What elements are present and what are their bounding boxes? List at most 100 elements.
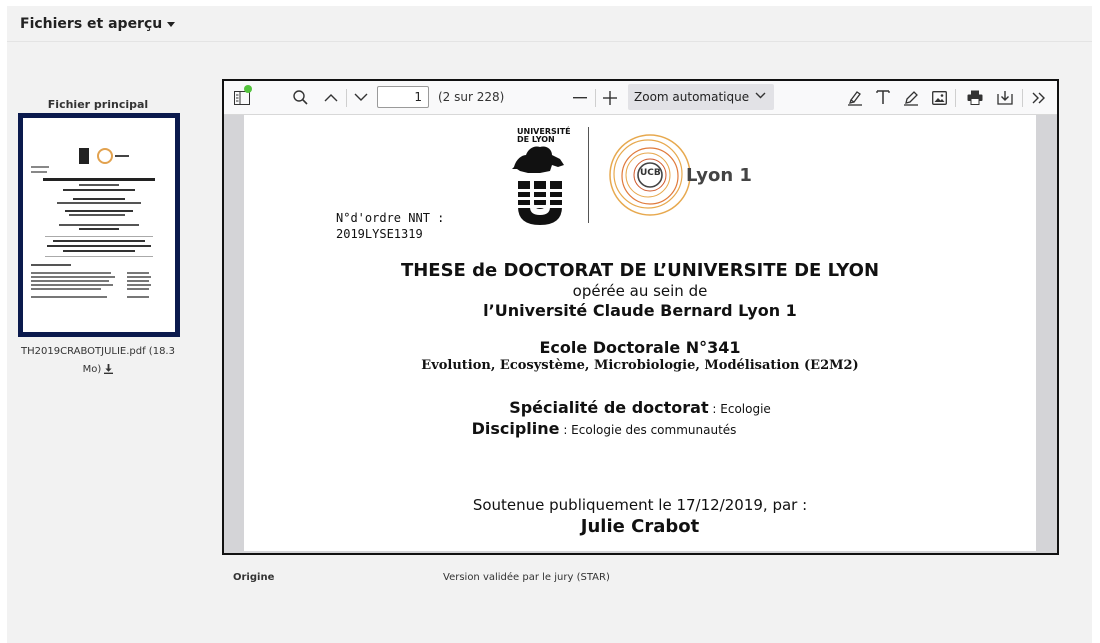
specialty-value: : Ecologie bbox=[708, 402, 771, 416]
toolbar-separator bbox=[346, 89, 347, 107]
zoom-select[interactable]: Zoom automatique bbox=[628, 84, 774, 110]
author-name: Julie Crabot bbox=[580, 516, 700, 537]
toolbar-separator bbox=[1022, 89, 1023, 107]
thumb-line bbox=[127, 280, 149, 282]
pdf-viewer: (2 sur 228) Zoom automatique bbox=[222, 79, 1059, 555]
tools-button[interactable] bbox=[1028, 81, 1050, 114]
thumb-line bbox=[31, 288, 101, 290]
origin-label: Origine bbox=[233, 572, 275, 583]
thumb-line bbox=[63, 189, 135, 191]
highlighter-icon bbox=[848, 90, 862, 106]
origin-value: Version validée par le jury (STAR) bbox=[443, 572, 610, 583]
print-button[interactable] bbox=[964, 81, 986, 114]
specialty: Spécialité de doctorat : Ecologie bbox=[244, 398, 1036, 417]
previous-page-button[interactable] bbox=[320, 81, 342, 114]
save-icon bbox=[997, 91, 1013, 105]
thesis-subtitle: opérée au sein de bbox=[572, 282, 708, 300]
thumb-line bbox=[45, 256, 153, 257]
discipline-value: : Ecologie des communautés bbox=[559, 423, 737, 437]
logo-right-text: Lyon 1 bbox=[686, 165, 752, 186]
thumb-line bbox=[79, 184, 119, 186]
plus-icon bbox=[603, 90, 617, 105]
thumb-line bbox=[43, 178, 155, 181]
print-icon bbox=[967, 90, 983, 105]
thumb-line bbox=[79, 228, 119, 230]
thumb-line bbox=[31, 280, 109, 282]
thumb-line bbox=[31, 166, 49, 168]
nnt-value: 2019LYSE1319 bbox=[336, 227, 423, 241]
doctoral-school-fields: Evolution, Ecosystème, Microbiologie, Mo… bbox=[421, 358, 859, 373]
doctoral-school: Ecole Doctorale N°341 bbox=[539, 338, 741, 357]
thumb-line bbox=[59, 224, 139, 226]
chevron-down-icon bbox=[354, 93, 368, 101]
thumb-line bbox=[31, 284, 113, 286]
thumb-line bbox=[127, 284, 151, 286]
download-link[interactable]: TH2019CRABOTJULIE.pdf (18.3 Mo) bbox=[18, 343, 178, 379]
thumb-logo-right bbox=[97, 148, 113, 164]
thumb-line bbox=[31, 276, 115, 278]
logo-divider bbox=[588, 127, 589, 223]
logo-seal-text: UCB bbox=[640, 168, 661, 178]
thumb-line bbox=[127, 276, 151, 278]
thumb-line bbox=[73, 198, 125, 200]
panel-header: Fichiers et aperçu bbox=[7, 6, 1092, 42]
chevron-up-icon bbox=[324, 94, 338, 102]
viewer-toolbar: (2 sur 228) Zoom automatique bbox=[224, 81, 1057, 115]
section-title: Fichiers et aperçu bbox=[20, 16, 163, 32]
next-page-button[interactable] bbox=[350, 81, 372, 114]
thumb-line bbox=[115, 155, 129, 157]
pdf-page: UNIVERSITÉ DE LYON UCB Lyon 1 N°d'ordre … bbox=[244, 115, 1036, 551]
nnt-label: N°d'ordre NNT : bbox=[336, 211, 445, 225]
thumb-line bbox=[57, 202, 141, 204]
search-icon bbox=[292, 90, 308, 105]
zoom-out-button[interactable] bbox=[570, 81, 590, 114]
thumb-line bbox=[69, 214, 125, 216]
text-annotation-button[interactable] bbox=[872, 81, 894, 114]
thumb-line bbox=[31, 296, 107, 298]
page-number-input[interactable] bbox=[377, 86, 429, 108]
defense-text: Soutenue publiquement le 17/12/2019, par… bbox=[472, 496, 808, 514]
thumb-line bbox=[45, 236, 153, 237]
image-icon bbox=[931, 90, 947, 105]
chevron-down-icon bbox=[755, 92, 766, 99]
thumb-line bbox=[47, 245, 151, 247]
thumb-line bbox=[31, 171, 47, 173]
thumb-line bbox=[53, 240, 145, 242]
zoom-in-button[interactable] bbox=[600, 81, 620, 114]
minus-icon bbox=[573, 96, 587, 98]
page-count: (2 sur 228) bbox=[438, 90, 505, 104]
thumb-line bbox=[127, 296, 149, 298]
discipline: Discipline : Ecologie des communautés bbox=[244, 419, 1000, 438]
zoom-value: Zoom automatique bbox=[634, 90, 750, 104]
double-chevron-right-icon bbox=[1032, 92, 1045, 103]
main-file-column: Fichier principal TH2019CRABOTJULIE.pdf … bbox=[18, 98, 180, 379]
thumb-line bbox=[63, 250, 135, 252]
caret-down-icon bbox=[167, 21, 176, 27]
download-icon bbox=[104, 364, 114, 374]
thumb-line bbox=[127, 272, 149, 274]
image-button[interactable] bbox=[928, 81, 950, 114]
pen-icon bbox=[904, 90, 918, 106]
thumb-line bbox=[65, 210, 133, 212]
thumb-logo-left bbox=[79, 148, 89, 164]
highlight-button[interactable] bbox=[844, 81, 866, 114]
toolbar-separator bbox=[955, 89, 956, 107]
main-file-label: Fichier principal bbox=[47, 98, 149, 111]
thesis-title: THESE de DOCTORAT DE L’UNIVERSITE DE LYO… bbox=[400, 260, 880, 281]
file-name: TH2019CRABOTJULIE.pdf (18.3 Mo) bbox=[21, 346, 175, 375]
find-button[interactable] bbox=[288, 81, 312, 114]
thumb-line bbox=[127, 288, 149, 290]
section-toggle[interactable]: Fichiers et aperçu bbox=[20, 16, 176, 32]
lion-icon bbox=[512, 146, 564, 225]
specialty-label: Spécialité de doctorat bbox=[509, 398, 709, 417]
save-button[interactable] bbox=[994, 81, 1016, 114]
notification-dot bbox=[244, 85, 252, 93]
thumb-line bbox=[31, 264, 71, 266]
university-name: l’Université Claude Bernard Lyon 1 bbox=[483, 301, 797, 320]
discipline-label: Discipline bbox=[471, 419, 560, 438]
draw-button[interactable] bbox=[900, 81, 922, 114]
toolbar-separator bbox=[595, 89, 596, 107]
pdf-thumbnail[interactable] bbox=[18, 113, 180, 337]
thumb-line bbox=[31, 272, 111, 274]
text-icon bbox=[876, 90, 890, 104]
